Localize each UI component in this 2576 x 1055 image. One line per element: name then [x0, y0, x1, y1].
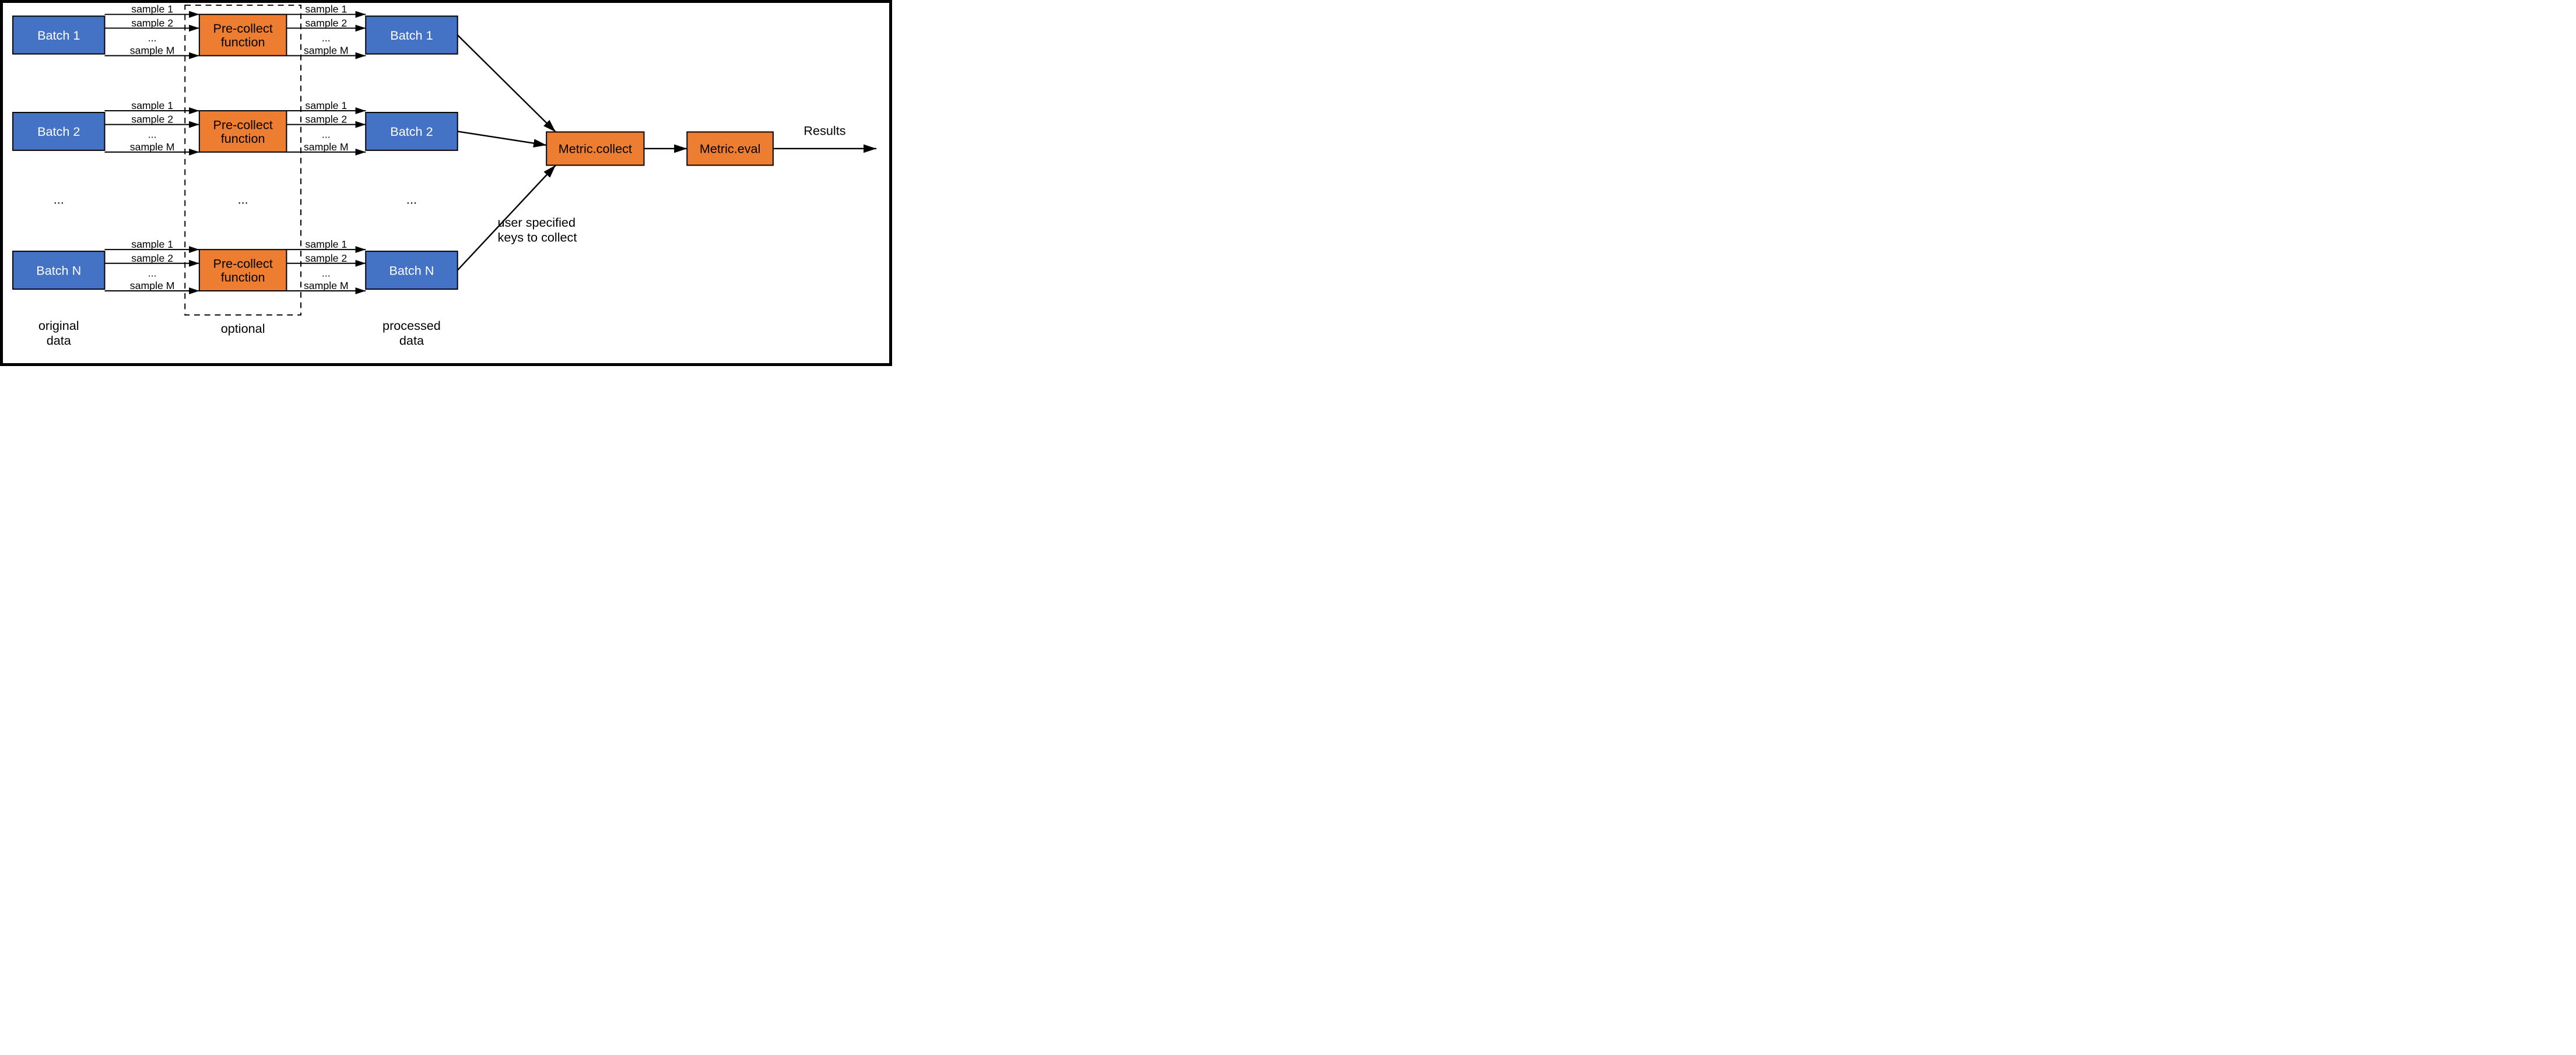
sample-label: sample 1	[305, 100, 347, 111]
diagram: Batch 1 sample 1 sample 2 ... sample M P…	[3, 3, 889, 363]
sample-label: sample M	[304, 141, 349, 153]
sample-label: sample 2	[131, 114, 173, 125]
sample-label: sample M	[130, 141, 175, 153]
processed-data-l1: processed	[382, 318, 441, 333]
optional-caption: optional	[221, 321, 265, 336]
precollect2-l1: Pre-collect	[213, 117, 273, 132]
batch2-right-label: Batch 2	[390, 124, 433, 139]
sample-label: sample M	[130, 45, 175, 57]
precollect1-l2: function	[221, 35, 265, 50]
batchn-left-label: Batch N	[36, 263, 81, 277]
arrow-b2-collect	[458, 131, 547, 145]
sample-label: sample M	[130, 280, 175, 291]
batch1-right-label: Batch 1	[390, 28, 433, 43]
sample-dots: ...	[148, 128, 157, 140]
ellipsis-left: ...	[54, 192, 64, 206]
batch1-left-label: Batch 1	[37, 28, 80, 43]
sample-dots: ...	[148, 32, 157, 44]
processed-data-l2: data	[399, 333, 424, 348]
precollect2-l2: function	[221, 131, 265, 146]
note-l2: keys to collect	[498, 230, 577, 244]
sample-label: sample 1	[305, 238, 347, 250]
sample-dots: ...	[322, 267, 331, 279]
results-label: Results	[803, 123, 845, 138]
sample-label: sample 2	[305, 17, 347, 29]
sample-label: sample 2	[305, 114, 347, 125]
sample-dots: ...	[148, 267, 157, 279]
arrow-b1-collect	[458, 35, 556, 132]
sample-label: sample 1	[131, 100, 173, 111]
sample-label: sample 1	[131, 3, 173, 15]
metric-collect-label: Metric.collect	[559, 142, 632, 156]
batchn-right-label: Batch N	[389, 263, 434, 277]
sample-dots: ...	[322, 128, 331, 140]
ellipsis-mid: ...	[238, 192, 248, 206]
sample-label: sample 2	[131, 17, 173, 29]
precollect1-l1: Pre-collect	[213, 21, 273, 36]
ellipsis-right: ...	[406, 192, 417, 206]
sample-dots: ...	[322, 32, 331, 44]
sample-label: sample 2	[305, 252, 347, 264]
original-data-l2: data	[47, 333, 72, 348]
batch2-left-label: Batch 2	[37, 124, 80, 139]
sample-label: sample 2	[131, 252, 173, 264]
original-data-l1: original	[38, 318, 79, 333]
sample-label: sample 1	[131, 238, 173, 250]
precollectn-l2: function	[221, 270, 265, 284]
sample-label: sample M	[304, 45, 349, 57]
precollectn-l1: Pre-collect	[213, 256, 273, 270]
sample-label: sample M	[304, 280, 349, 291]
metric-eval-label: Metric.eval	[700, 142, 761, 156]
sample-label: sample 1	[305, 3, 347, 15]
note-l1: user specified	[498, 215, 575, 230]
